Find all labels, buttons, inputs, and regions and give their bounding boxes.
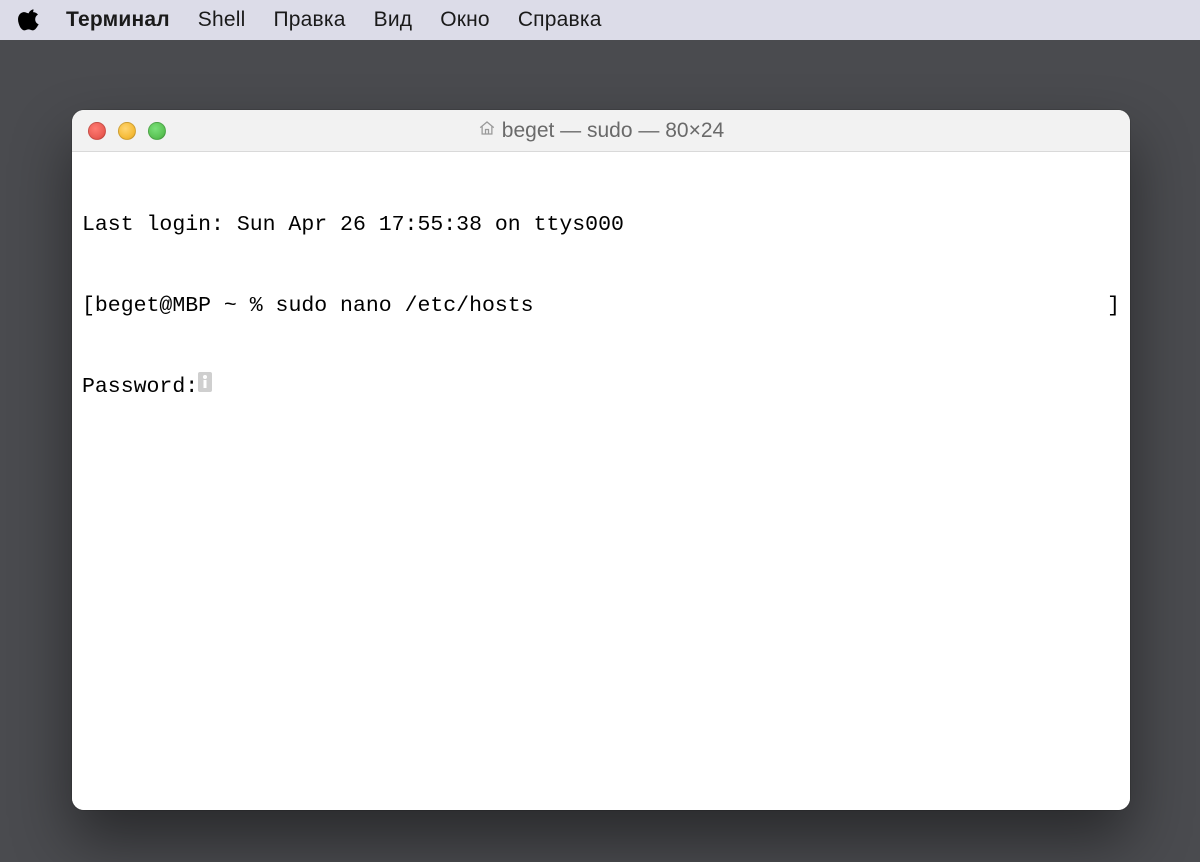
menu-shell[interactable]: Shell [184,8,260,32]
prompt-user-host: beget@MBP [95,294,211,318]
window-title: beget — sudo — 80×24 [72,119,1130,143]
window-titlebar[interactable]: beget — sudo — 80×24 [72,110,1130,152]
prompt-right-bracket: ] [534,293,1120,320]
terminal-viewport[interactable]: Last login: Sun Apr 26 17:55:38 on ttys0… [72,152,1130,810]
menu-view[interactable]: Вид [360,8,427,32]
terminal-window: beget — sudo — 80×24 Last login: Sun Apr… [72,110,1130,810]
close-button[interactable] [88,122,106,140]
terminal-line-last-login: Last login: Sun Apr 26 17:55:38 on ttys0… [82,212,1120,239]
window-title-text: beget — sudo — 80×24 [502,119,724,143]
terminal-prompt-line: [beget@MBP ~ % sudo nano /etc/hosts ] [82,293,1120,320]
traffic-lights [72,122,166,140]
password-label: Password: [82,374,198,401]
macos-menu-bar: Терминал Shell Правка Вид Окно Справка [0,0,1200,40]
menu-edit[interactable]: Правка [259,8,359,32]
menu-app-name[interactable]: Терминал [58,8,184,32]
home-icon [478,119,496,143]
minimize-button[interactable] [118,122,136,140]
prompt-command: sudo nano /etc/hosts [276,294,534,318]
menu-help[interactable]: Справка [504,8,616,32]
apple-menu-icon[interactable] [18,7,40,33]
key-icon [198,372,212,392]
maximize-button[interactable] [148,122,166,140]
prompt-left-bracket: [ [82,294,95,318]
menu-window[interactable]: Окно [426,8,504,32]
prompt-path: ~ % [211,294,276,318]
terminal-password-line: Password: [82,374,1120,401]
